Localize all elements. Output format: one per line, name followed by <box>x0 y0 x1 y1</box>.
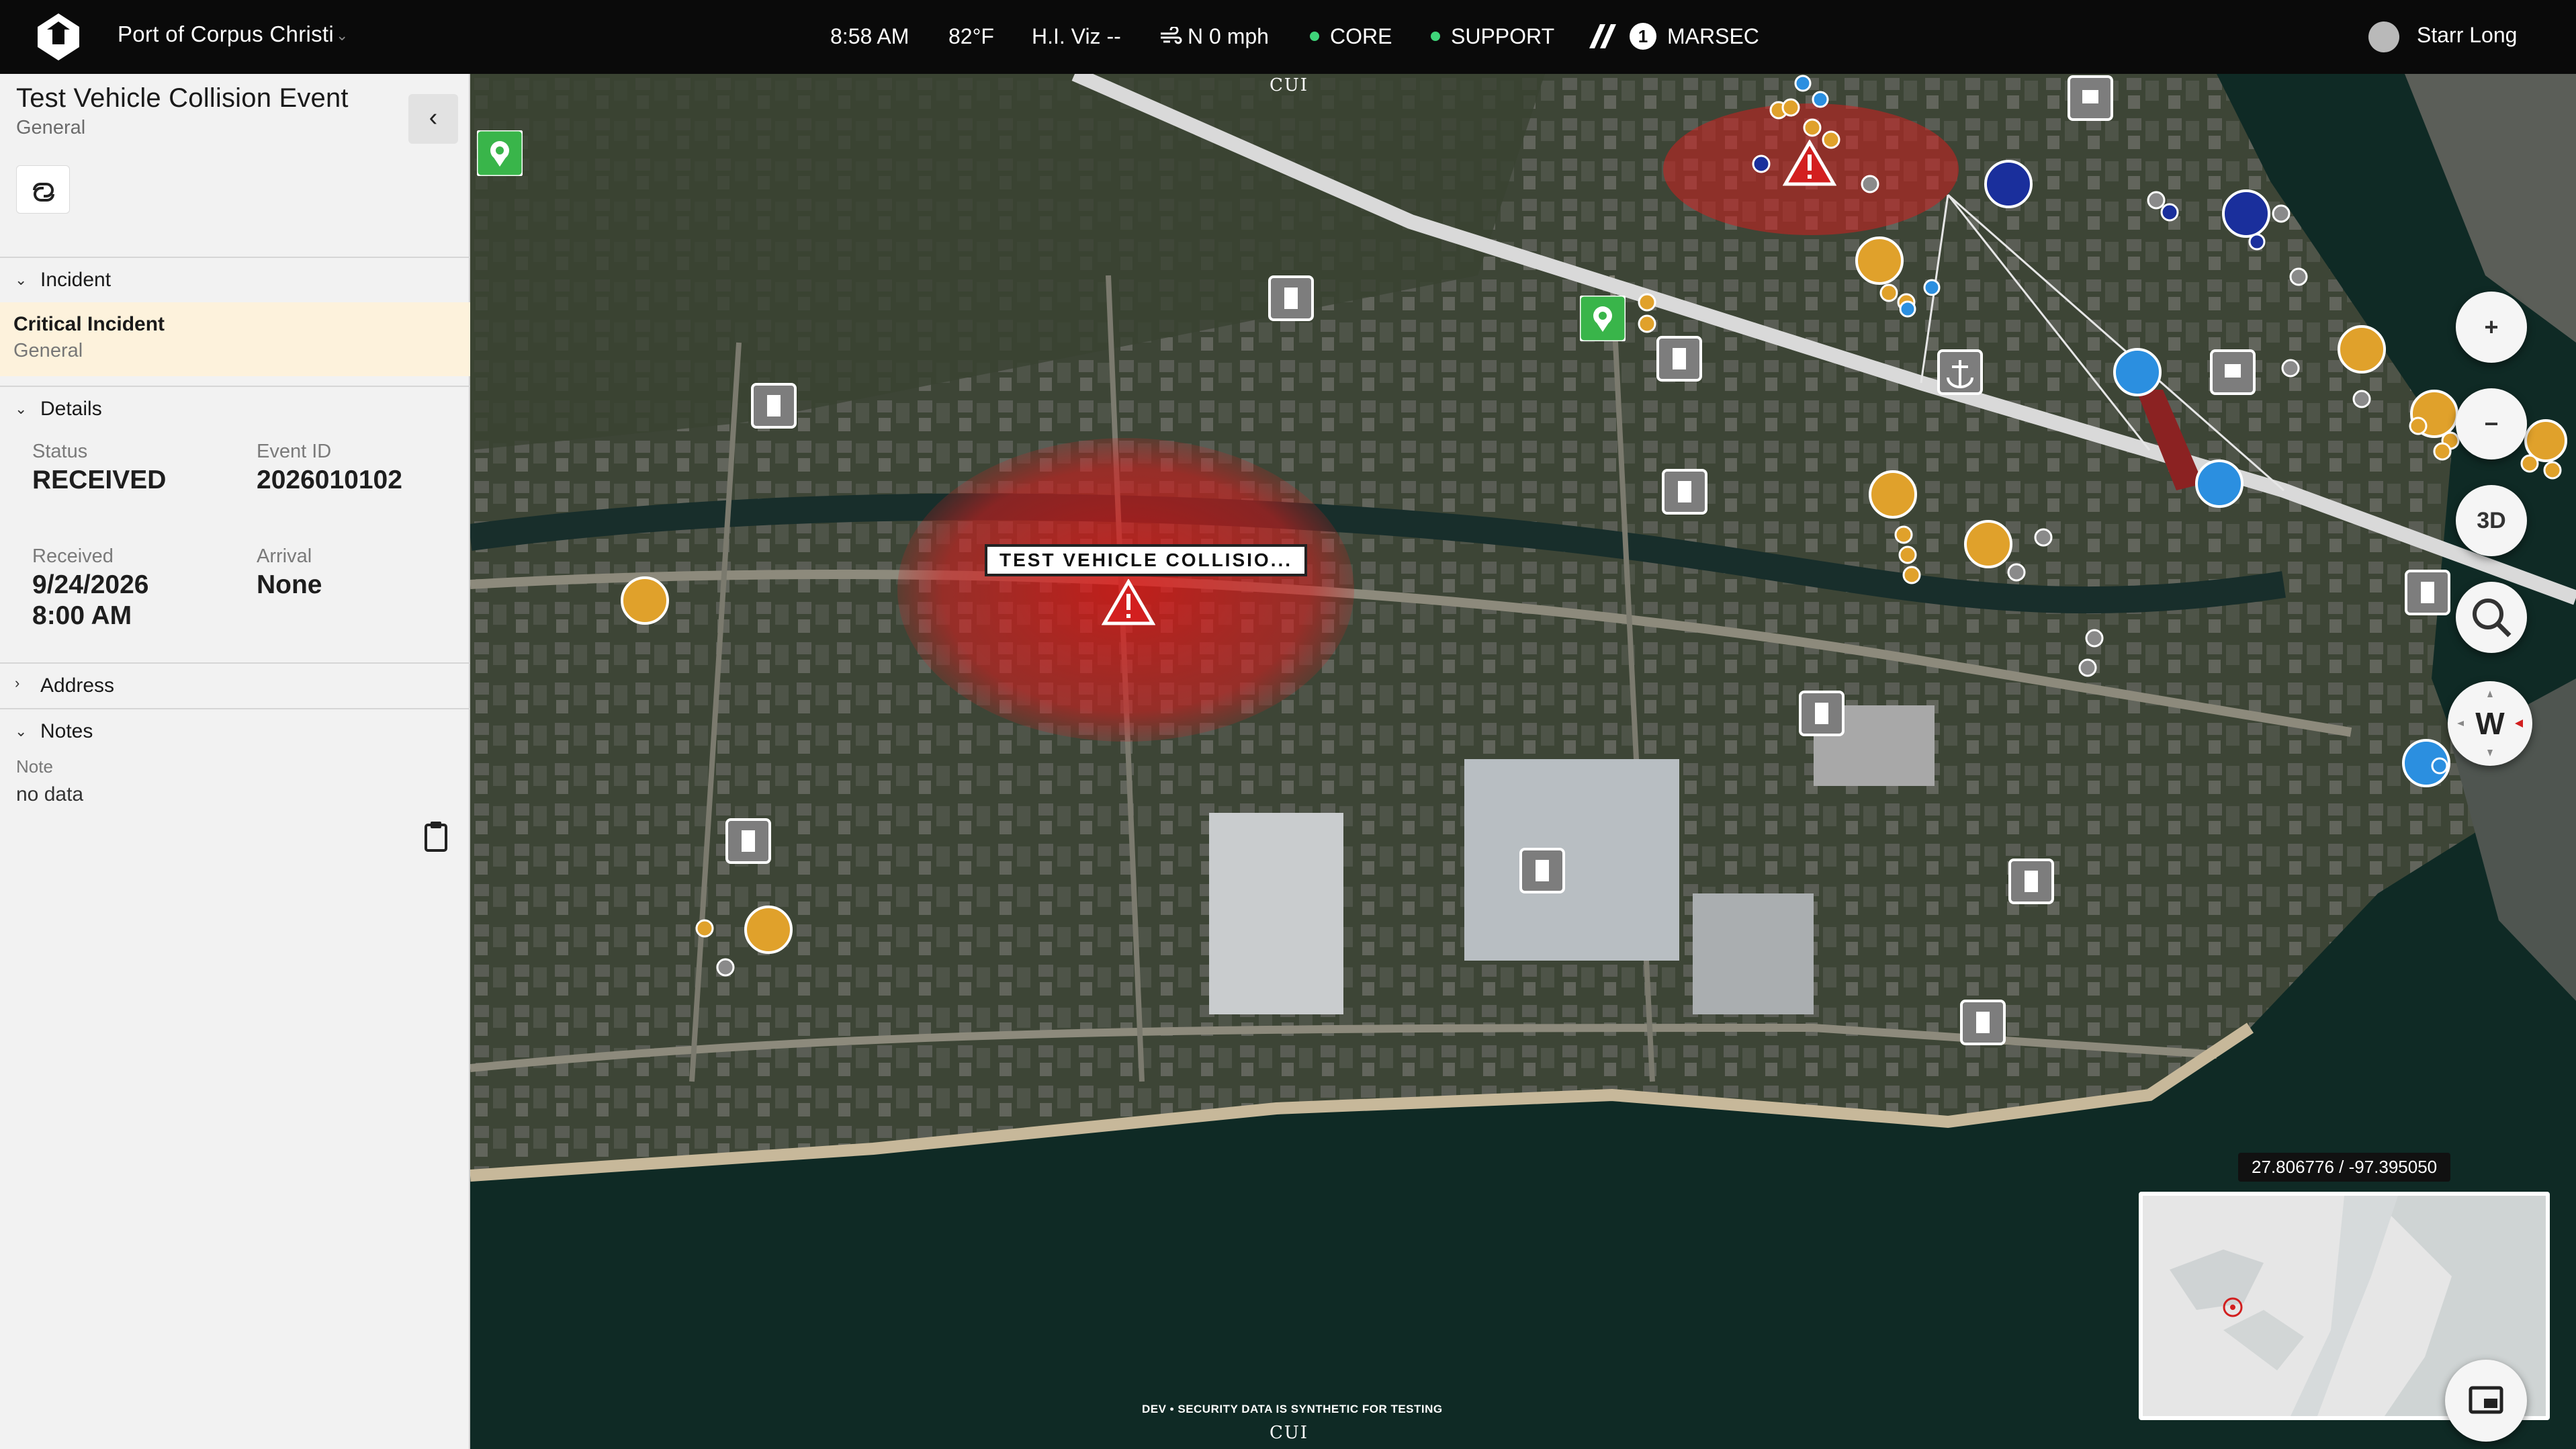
dev-notice: DEV • SECURITY DATA IS SYNTHETIC FOR TES… <box>1142 1403 1443 1415</box>
search-icon <box>2473 599 2512 638</box>
event-subtitle: General <box>16 117 86 138</box>
address-section-toggle[interactable]: › Address <box>0 662 470 707</box>
note-label: Note <box>16 756 53 777</box>
support-status-dot <box>1431 31 1440 41</box>
status-value: RECEIVED <box>32 466 167 494</box>
temperature: 82°F <box>948 24 994 48</box>
incident-type: General <box>13 340 83 361</box>
details-section-label: Details <box>40 398 102 420</box>
user-name[interactable]: Starr Long <box>2417 23 2517 48</box>
note-value: no data <box>16 783 84 805</box>
incident-section-toggle[interactable]: ⌄ Incident <box>0 257 470 301</box>
vehicle-marker-icon[interactable] <box>2338 325 2386 374</box>
vessel-marker-icon[interactable] <box>2195 459 2244 508</box>
incident-name: Critical Incident <box>13 313 165 335</box>
incident-section-label: Incident <box>40 269 112 291</box>
compass-heading: W <box>2475 706 2505 741</box>
org-dropdown-chevron-icon[interactable]: ⌄ <box>336 27 348 44</box>
support-status[interactable]: SUPPORT <box>1431 24 1554 49</box>
toggle-minimap-button[interactable] <box>2445 1360 2527 1442</box>
status-label: Status <box>32 441 88 462</box>
view-mode-button[interactable]: 3D <box>2456 485 2527 556</box>
visibility: H.I. Viz -- <box>1032 24 1121 48</box>
event-id-value: 2026010102 <box>257 466 402 494</box>
avatar[interactable] <box>2368 21 2399 52</box>
collapse-panel-button[interactable]: ‹ <box>408 94 458 144</box>
support-label: SUPPORT <box>1451 24 1555 48</box>
wind-readout: N 0 mph <box>1159 24 1269 49</box>
received-date: 9/24/2026 <box>32 570 149 599</box>
received-time: 8:00 AM <box>32 601 132 630</box>
chevron-left-icon: ‹ <box>429 103 438 132</box>
vehicle-marker-icon[interactable] <box>621 576 669 625</box>
vehicle-marker-icon[interactable] <box>744 906 793 954</box>
clipboard-icon[interactable] <box>422 820 450 853</box>
chevron-right-icon: › <box>15 674 20 691</box>
details-section-toggle[interactable]: ⌄ Details <box>0 386 470 430</box>
link-button[interactable] <box>16 165 70 214</box>
map-view[interactable]: TEST VEHICLE COLLISIO... CUI CUI DEV • S… <box>470 74 2576 1449</box>
plus-icon: + <box>2484 313 2499 341</box>
chevron-down-icon: ⌄ <box>15 723 28 740</box>
vehicle-marker-icon[interactable] <box>1855 236 1904 285</box>
arrival-value: None <box>257 570 322 599</box>
event-detail-panel: Test Vehicle Collision Event General ‹ ⌄… <box>0 74 470 1449</box>
port-logo-icon[interactable] <box>31 9 86 64</box>
marsec-stripes-icon <box>1589 24 1616 48</box>
received-label: Received <box>32 545 114 567</box>
classification-marking-top: CUI <box>1270 75 1309 95</box>
zoom-out-button[interactable]: − <box>2456 388 2527 459</box>
vehicle-marker-icon[interactable] <box>1964 520 2012 568</box>
core-status[interactable]: CORE <box>1310 24 1392 49</box>
security-shield-marker-icon[interactable] <box>1984 160 2033 208</box>
core-status-dot <box>1310 31 1319 41</box>
cursor-coordinates: 27.806776 / -97.395050 <box>2238 1153 2451 1182</box>
marsec-status[interactable]: 1 MARSEC <box>1588 22 1759 52</box>
chevron-down-icon: ⌄ <box>15 271 28 288</box>
top-bar: Port of Corpus Christi ⌄ 8:58 AM 82°F H.… <box>0 0 2576 74</box>
compass-button[interactable]: W <box>2448 681 2532 766</box>
chevron-down-icon: ⌄ <box>15 400 28 417</box>
marsec-label: MARSEC <box>1667 24 1759 48</box>
marsec-level: 1 <box>1630 22 1656 50</box>
event-id-label: Event ID <box>257 441 332 462</box>
minus-icon: − <box>2484 410 2499 437</box>
security-shield-marker-icon[interactable] <box>2222 189 2270 238</box>
arrival-label: Arrival <box>257 545 312 567</box>
link-icon <box>33 183 54 202</box>
search-map-button[interactable] <box>2456 582 2527 653</box>
org-name[interactable]: Port of Corpus Christi <box>118 21 334 47</box>
picture-in-picture-icon <box>2469 1386 2503 1414</box>
event-title: Test Vehicle Collision Event <box>16 83 349 113</box>
wind-icon <box>1161 26 1182 44</box>
clock-time: 8:58 AM <box>830 24 909 48</box>
notes-section-toggle[interactable]: ⌄ Notes <box>0 708 470 752</box>
vehicle-marker-icon[interactable] <box>1869 470 1917 519</box>
address-section-label: Address <box>40 674 115 697</box>
incident-card[interactable]: Critical Incident General <box>0 302 470 376</box>
core-label: CORE <box>1330 24 1392 48</box>
zoom-in-button[interactable]: + <box>2456 292 2527 363</box>
vessel-marker-icon[interactable] <box>2113 348 2162 396</box>
classification-marking-bottom: CUI <box>1270 1423 1309 1443</box>
notes-section-label: Notes <box>40 720 93 742</box>
wind-value: N 0 mph <box>1188 24 1269 48</box>
